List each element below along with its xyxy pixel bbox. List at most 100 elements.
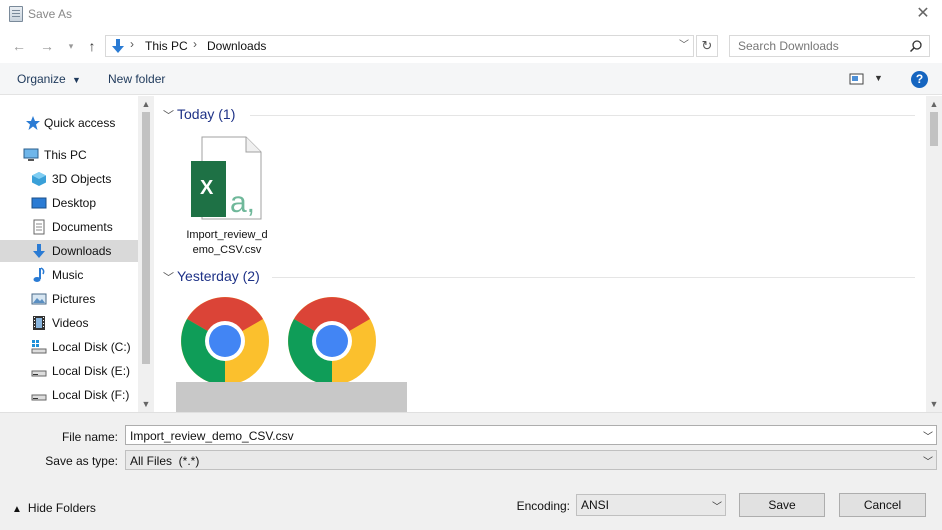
scroll-down-icon[interactable]: ▼ xyxy=(138,396,154,412)
search-input[interactable] xyxy=(730,36,905,56)
address-bar[interactable]: › This PC › Downloads ﹀ xyxy=(105,35,694,57)
sidebar-item-downloads[interactable]: Downloads xyxy=(0,240,138,262)
change-view-button[interactable]: ▼ xyxy=(849,71,885,89)
sidebar-item-music[interactable]: Music xyxy=(0,264,138,286)
chevron-down-icon: ▼ xyxy=(874,73,883,83)
navigation-pane: Quick access This PC 3D Objects Desktop … xyxy=(0,96,154,412)
file-name-combobox[interactable]: Import_review_demo_CSV.csv ﹀ xyxy=(125,425,937,445)
encoding-select[interactable]: ANSI ﹀ xyxy=(576,494,726,516)
3d-objects-icon xyxy=(32,172,46,186)
title-bar: Save As ✕ xyxy=(0,0,942,30)
chevron-down-icon[interactable]: ﹀ xyxy=(712,498,722,513)
sidebar-item-label: Quick access xyxy=(44,116,116,130)
recent-locations-chevron-icon[interactable]: ▾ xyxy=(60,36,82,56)
pictures-icon xyxy=(31,293,47,305)
group-divider xyxy=(272,277,915,278)
computer-icon xyxy=(23,148,39,161)
downloads-icon xyxy=(33,244,45,258)
music-icon xyxy=(33,267,45,282)
file-item[interactable]: X a, Import_review_d emo_CSV.csv xyxy=(182,136,272,258)
sidebar-item-local-disk-c[interactable]: Local Disk (C:) xyxy=(0,336,138,358)
refresh-icon[interactable]: ↻ xyxy=(696,35,718,57)
hide-folders-button[interactable]: ▲ Hide Folders xyxy=(12,501,96,515)
group-header-yesterday[interactable]: ﹀ Yesterday (2) xyxy=(163,268,260,285)
local-disk-icon xyxy=(31,394,47,401)
file-name-label: File name: xyxy=(61,430,118,444)
command-toolbar: Organize ▼ New folder ▼ ? xyxy=(0,63,942,95)
selection-highlight xyxy=(176,382,407,412)
address-dropdown-chevron-icon[interactable]: ﹀ xyxy=(677,38,691,54)
up-arrow-icon[interactable]: ↑ xyxy=(81,36,103,56)
svg-text:a,: a, xyxy=(230,186,255,219)
local-disk-c-icon xyxy=(31,340,47,354)
group-divider xyxy=(250,115,915,116)
sidebar-item-label: Desktop xyxy=(52,196,97,210)
file-name-line: Import_review_d xyxy=(186,229,268,241)
file-name-value[interactable]: Import_review_demo_CSV.csv xyxy=(130,429,294,443)
breadcrumb-separator-icon: › xyxy=(193,37,197,51)
chevron-up-icon: ▲ xyxy=(12,504,22,515)
chrome-file-icon[interactable] xyxy=(180,296,270,386)
sidebar-item-label: Videos xyxy=(52,316,89,330)
chevron-down-icon[interactable]: ﹀ xyxy=(923,453,933,468)
sidebar-item-local-disk-e[interactable]: Local Disk (E:) xyxy=(0,360,138,382)
notepad-icon xyxy=(9,6,23,22)
file-name-label: Import_review_d emo_CSV.csv xyxy=(178,228,276,258)
scroll-up-icon[interactable]: ▲ xyxy=(926,96,942,112)
videos-icon xyxy=(33,316,45,330)
sidebar-item-label: Local Disk (F:) xyxy=(52,388,130,402)
sidebar-item-label: Music xyxy=(52,268,84,282)
sidebar-item-videos[interactable]: Videos xyxy=(0,312,138,334)
sidebar-item-this-pc[interactable]: This PC xyxy=(0,144,138,166)
sidebar-item-label: Local Disk (C:) xyxy=(52,340,131,354)
forward-arrow-icon[interactable]: → xyxy=(36,36,58,56)
scrollbar-thumb[interactable] xyxy=(930,112,938,146)
sidebar-item-label: Pictures xyxy=(52,292,96,306)
scrollbar-thumb[interactable] xyxy=(142,112,150,364)
back-arrow-icon[interactable]: ← xyxy=(8,36,30,56)
view-mode-icon xyxy=(849,73,864,85)
downloads-location-icon xyxy=(112,39,124,53)
documents-icon xyxy=(33,219,45,235)
breadcrumb-this-pc[interactable]: This PC xyxy=(145,39,188,53)
new-folder-button[interactable]: New folder xyxy=(108,72,165,86)
group-label: Today (1) xyxy=(177,106,236,122)
save-as-type-select[interactable]: All Files (*.*) ﹀ xyxy=(125,450,937,470)
collapse-chevron-icon: ﹀ xyxy=(163,110,174,122)
save-as-type-value: All Files (*.*) xyxy=(130,454,200,468)
chrome-file-icon[interactable] xyxy=(287,296,377,386)
scroll-down-icon[interactable]: ▼ xyxy=(926,396,942,412)
save-form: File name: Import_review_demo_CSV.csv ﹀ … xyxy=(0,412,942,530)
help-icon[interactable]: ? xyxy=(911,71,928,88)
sidebar-item-pictures[interactable]: Pictures xyxy=(0,288,138,310)
sidebar-item-label: This PC xyxy=(44,148,87,162)
encoding-label: Encoding: xyxy=(516,499,570,513)
sidebar-item-local-disk-f[interactable]: Local Disk (F:) xyxy=(0,384,138,406)
chevron-down-icon: ▼ xyxy=(72,75,81,85)
organize-label: Organize xyxy=(17,72,66,86)
sidebar-item-label: Local Disk (E:) xyxy=(52,364,131,378)
desktop-icon xyxy=(31,197,47,209)
sidebar-item-desktop[interactable]: Desktop xyxy=(0,192,138,214)
chevron-down-icon[interactable]: ﹀ xyxy=(923,428,933,443)
sidebar-item-label: Documents xyxy=(52,220,113,234)
encoding-value: ANSI xyxy=(581,498,610,512)
quick-access-star-icon xyxy=(26,116,40,130)
breadcrumb-separator-icon: › xyxy=(130,37,134,51)
sidebar-item-quick-access[interactable]: Quick access xyxy=(0,112,138,134)
search-box[interactable] xyxy=(729,35,930,57)
sidebar-item-label: 3D Objects xyxy=(52,172,112,186)
file-list-scrollbar[interactable]: ▲ ▼ xyxy=(926,96,942,412)
organize-button[interactable]: Organize ▼ xyxy=(17,72,81,86)
close-button[interactable]: ✕ xyxy=(910,3,936,25)
save-button[interactable]: Save xyxy=(739,493,825,517)
search-icon[interactable] xyxy=(909,39,923,53)
sidebar-item-3d-objects[interactable]: 3D Objects xyxy=(0,168,138,190)
cancel-button[interactable]: Cancel xyxy=(839,493,926,517)
group-header-today[interactable]: ﹀ Today (1) xyxy=(163,106,235,123)
scroll-up-icon[interactable]: ▲ xyxy=(138,96,154,112)
sidebar-item-documents[interactable]: Documents xyxy=(0,216,138,238)
window-title: Save As xyxy=(28,7,73,21)
navigation-pane-scrollbar[interactable]: ▲ ▼ xyxy=(138,96,154,412)
breadcrumb-downloads[interactable]: Downloads xyxy=(207,39,266,53)
